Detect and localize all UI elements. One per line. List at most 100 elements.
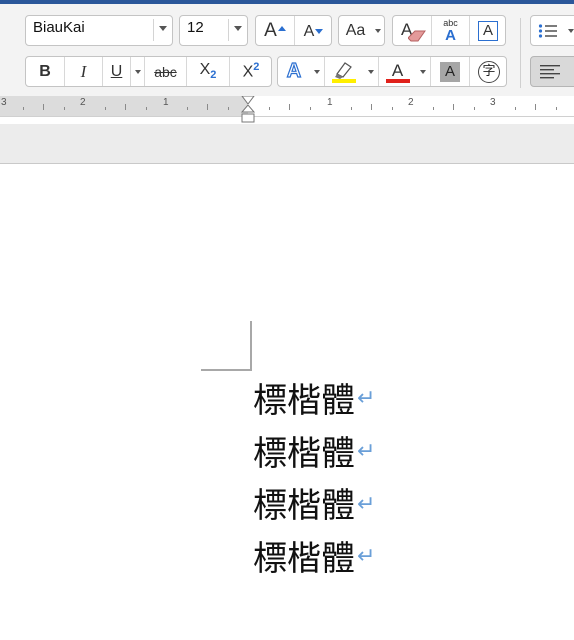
shrink-font-glyph: A (303, 22, 315, 40)
subscript-button[interactable]: X2 (186, 57, 229, 86)
strikethrough-button[interactable]: abc (144, 57, 186, 86)
text-effects-dropdown[interactable] (310, 57, 324, 86)
highlight-dropdown[interactable] (364, 57, 378, 86)
change-case-main[interactable]: Aa (339, 16, 372, 45)
page-top-gap (0, 124, 574, 164)
change-case-button[interactable]: Aa (338, 15, 385, 46)
align-left-button[interactable] (530, 56, 574, 87)
bullet-list-icon (538, 23, 557, 38)
bullets-main[interactable] (531, 16, 565, 45)
ruler-tick (371, 104, 372, 110)
superscript-button[interactable]: X2 (229, 57, 272, 86)
align-left-icon (540, 65, 560, 79)
paragraph-mark-icon: ↵ (357, 386, 376, 411)
font-color-glyph: A (391, 61, 404, 80)
change-case-dropdown[interactable] (372, 16, 384, 45)
color-format-group: A A A 字 (277, 56, 507, 87)
grow-font-glyph: A (264, 19, 277, 41)
ruler-tick (350, 107, 352, 110)
horizontal-ruler[interactable]: 3 2 1 1 2 3 (0, 96, 574, 124)
font-color-dropdown[interactable] (416, 57, 430, 86)
underline-icon: U (110, 62, 123, 80)
crop-mark-horizontal (201, 369, 252, 371)
phonetic-bottom: A (445, 27, 456, 44)
shrink-font-icon: A (304, 21, 324, 41)
text-line[interactable]: 標楷體 (253, 434, 355, 474)
chevron-down-icon[interactable] (159, 26, 167, 31)
line-text: 標楷體 (253, 381, 355, 421)
font-size-group: A A (255, 15, 332, 46)
enclose-characters-icon: 字 (478, 60, 500, 83)
character-shading-icon: A (440, 61, 460, 82)
ruler-number: 1 (327, 97, 333, 108)
basic-format-group: B I U abc X2 X2 (25, 56, 272, 87)
ruler-number: 3 (1, 97, 7, 108)
grow-font-button[interactable]: A (256, 16, 294, 45)
ruler-tick (145, 107, 147, 110)
bold-button[interactable]: B (26, 57, 64, 86)
ruler-tick (207, 104, 208, 110)
bullets-dropdown[interactable] (565, 16, 574, 45)
line-text: 標楷體 (253, 486, 355, 526)
line-text: 標楷體 (253, 539, 355, 579)
font-size-value: 12 (187, 19, 204, 36)
chevron-down-icon (420, 69, 426, 74)
font-color-swatch (385, 79, 410, 83)
clear-formatting-button[interactable]: A (393, 16, 431, 45)
text-line[interactable]: 標楷體 (253, 539, 355, 579)
bold-icon: B (39, 62, 51, 80)
subscript-glyph: X (199, 61, 211, 79)
paragraph-mark-icon: ↵ (357, 492, 376, 517)
ruler-tick (391, 107, 393, 110)
subscript-small: 2 (210, 69, 217, 82)
font-size-combobox[interactable]: 12 (179, 15, 248, 46)
ruler-tick (473, 107, 475, 110)
ruler-tick (432, 107, 434, 110)
ruler-number: 3 (490, 97, 496, 108)
character-shading-button[interactable]: A (430, 57, 469, 86)
ruler-tick (125, 104, 126, 110)
strikethrough-icon: abc (154, 63, 177, 80)
hanging-indent-marker[interactable] (241, 105, 255, 125)
bullets-button[interactable] (530, 15, 574, 46)
document-page[interactable]: 標楷體 ↵ 標楷體 ↵ 標楷體 ↵ 標楷體 ↵ (0, 164, 574, 640)
text-line[interactable]: 標楷體 (253, 381, 355, 421)
combobox-divider (153, 19, 154, 41)
ruler-tick (43, 104, 44, 110)
font-color-button[interactable]: A (378, 57, 416, 86)
ruler-tick (186, 107, 188, 110)
font-name-combobox[interactable]: BiauKai (25, 15, 173, 46)
font-name-value: BiauKai (33, 19, 85, 36)
ruler-tick (555, 107, 557, 110)
ruler-baseline (0, 116, 574, 117)
character-border-icon: A (478, 20, 498, 41)
text-line[interactable]: 標楷體 (253, 486, 355, 526)
italic-icon: I (80, 61, 87, 81)
chevron-down-icon (375, 28, 381, 33)
paragraph-mark-icon: ↵ (357, 439, 376, 464)
paragraph-mark-icon: ↵ (357, 544, 376, 569)
underline-dropdown[interactable] (130, 57, 144, 86)
shrink-font-button[interactable]: A (294, 16, 332, 45)
ruler-number: 2 (408, 97, 414, 108)
ruler-number: 1 (163, 97, 169, 108)
phonetic-guide-button[interactable]: abc A (431, 16, 469, 45)
ribbon-group-separator (520, 18, 521, 88)
superscript-glyph: X (242, 63, 254, 81)
chevron-down-icon (368, 69, 374, 74)
underline-button[interactable]: U (102, 57, 130, 86)
chevron-down-icon (314, 69, 320, 74)
combobox-divider (228, 19, 229, 41)
change-case-icon: Aa (345, 21, 366, 39)
ruler-tick (63, 107, 65, 110)
chevron-down-icon[interactable] (234, 26, 242, 31)
subscript-icon: X2 (200, 61, 217, 81)
character-border-button[interactable]: A (469, 16, 506, 45)
home-ribbon: BiauKai 12 A A Aa A abc A A B I U abc X2… (0, 4, 574, 96)
highlight-button[interactable] (324, 57, 364, 86)
ruler-tick (514, 107, 516, 110)
text-effects-button[interactable]: A (278, 57, 310, 86)
italic-button[interactable]: I (64, 57, 102, 86)
chevron-down-icon (568, 28, 574, 33)
enclose-characters-button[interactable]: 字 (469, 57, 508, 86)
